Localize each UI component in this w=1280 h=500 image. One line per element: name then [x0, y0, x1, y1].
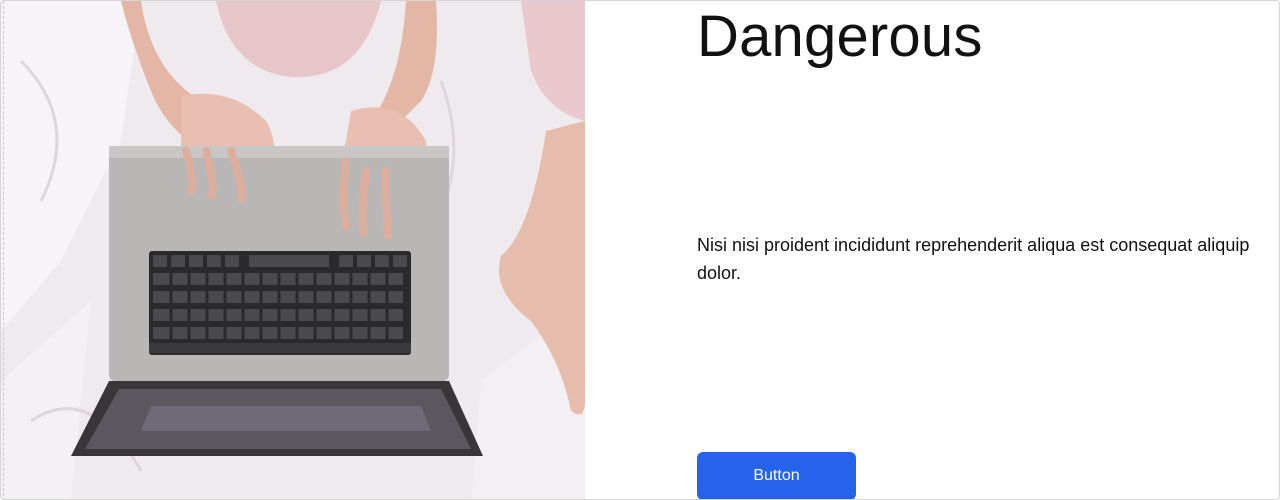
- hero-description: Nisi nisi proident incididunt reprehende…: [697, 235, 1250, 283]
- primary-button[interactable]: Button: [697, 452, 856, 499]
- hero-content: Dangerous Nisi nisi proident incididunt …: [697, 1, 1267, 499]
- hero-title: Dangerous: [697, 4, 983, 69]
- photo-person-laptop-icon: [1, 1, 585, 499]
- hero-card: Dangerous Nisi nisi proident incididunt …: [0, 0, 1280, 500]
- image-border: [3, 1, 4, 499]
- hero-image: [1, 1, 585, 499]
